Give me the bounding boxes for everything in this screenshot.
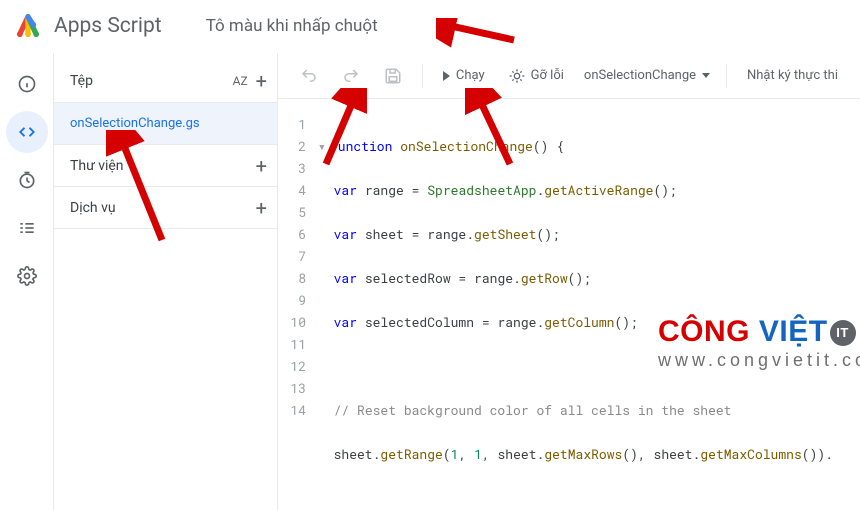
app-header: Apps Script Tô màu khi nhấp chuột — [0, 0, 860, 52]
add-service-button[interactable]: + — [256, 196, 267, 220]
overview-icon[interactable] — [6, 63, 48, 105]
project-title[interactable]: Tô màu khi nhấp chuột — [206, 16, 378, 36]
function-select[interactable]: onSelectionChange — [578, 68, 716, 83]
toolbar-divider-2 — [726, 64, 727, 88]
undo-button[interactable] — [290, 59, 328, 93]
file-item-onselectionchange[interactable]: onSelectionChange.gs — [54, 103, 277, 145]
services-section: Dịch vụ + — [54, 187, 277, 229]
services-label: Dịch vụ — [70, 200, 116, 216]
left-rail — [0, 53, 54, 510]
line-gutter: 1234567 891011121314 — [278, 113, 318, 510]
redo-button[interactable] — [332, 59, 370, 93]
toolbar-divider — [422, 64, 423, 88]
code-content[interactable]: ▾function onSelectionChange() { var rang… — [318, 113, 860, 510]
editor-icon[interactable] — [6, 111, 48, 153]
bug-icon — [509, 68, 525, 84]
debug-button[interactable]: Gỡ lỗi — [499, 59, 574, 93]
debug-label: Gỡ lỗi — [531, 68, 564, 83]
add-file-button[interactable]: + — [256, 69, 267, 93]
apps-script-logo — [14, 12, 42, 40]
function-select-label: onSelectionChange — [584, 68, 696, 83]
files-sidebar: Tệp AZ + onSelectionChange.gs Thư viện +… — [54, 53, 278, 510]
triggers-icon[interactable] — [6, 159, 48, 201]
run-button[interactable]: Chạy — [433, 59, 495, 93]
settings-icon[interactable] — [6, 255, 48, 297]
save-button[interactable] — [374, 59, 412, 93]
sort-icon[interactable]: AZ — [233, 74, 248, 88]
run-label: Chạy — [456, 68, 485, 83]
execution-log-label: Nhật ký thực thi — [747, 68, 838, 83]
add-library-button[interactable]: + — [256, 154, 267, 178]
play-icon — [443, 71, 450, 81]
app-name: Apps Script — [54, 14, 162, 38]
libraries-section: Thư viện + — [54, 145, 277, 187]
code-editor[interactable]: 1234567 891011121314 ▾function onSelecti… — [278, 99, 860, 510]
editor-toolbar: Chạy Gỡ lỗi onSelectionChange Nhật ký th… — [278, 53, 860, 99]
libraries-label: Thư viện — [70, 158, 124, 174]
execution-log-button[interactable]: Nhật ký thực thi — [737, 59, 848, 93]
files-header: Tệp AZ + — [54, 59, 277, 103]
caret-down-icon — [702, 73, 710, 78]
executions-icon[interactable] — [6, 207, 48, 249]
file-item-label: onSelectionChange.gs — [70, 116, 200, 131]
main-area: Chạy Gỡ lỗi onSelectionChange Nhật ký th… — [278, 53, 860, 510]
files-header-label: Tệp — [70, 73, 93, 89]
